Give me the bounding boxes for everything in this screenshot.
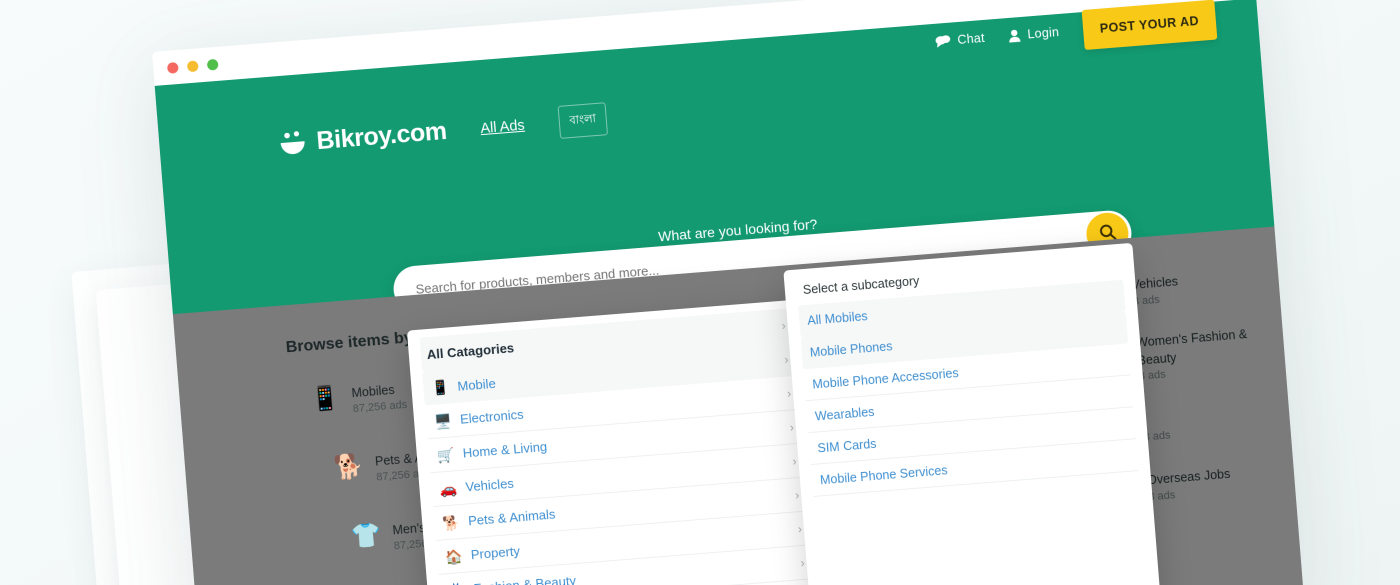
bikroy-logo[interactable]: Bikroy.com [277,117,448,159]
car-icon: 🚗 [439,479,458,498]
chevron-right-icon: › [786,385,792,401]
cart-icon: 🛒 [436,445,456,464]
house-icon: 🏠 [444,547,464,565]
chat-label: Chat [956,30,986,48]
category-tile-electronics[interactable]: Electronics 8 ads [1142,408,1206,446]
tile-name: Vehicles [1131,274,1179,293]
nav-all-ads[interactable]: All Ads [480,117,525,136]
chevron-right-icon: › [783,352,789,367]
pet-icon: 🐕 [332,452,365,482]
chat-link[interactable]: Chat [935,31,985,49]
bikroy-smile-icon [277,128,309,158]
chevron-right-icon: › [781,318,787,333]
category-tile-overseas-jobs[interactable]: Overseas Jobs 8 ads [1146,466,1232,505]
logo-text: Bikroy.com [315,116,448,156]
mobile-icon: 📱 [431,378,450,396]
category-tile-womens-fashion[interactable]: Women's Fashion & Beauty 8 ads [1136,324,1272,385]
category-dropdown-panel: All Catagories › 📱 Mobile › 🖥️ Electroni… [406,299,828,585]
chevron-right-icon: › [797,521,803,536]
language-toggle-button[interactable]: বাংলা [557,102,609,139]
chevron-right-icon: › [794,487,800,502]
subcategory-panel: Select a subcategory All Mobiles Mobile … [783,242,1161,585]
screenshot-stage: Chat Login POST YOUR AD Bikroy.com All A… [0,0,1400,585]
shirt-icon: 👕 [350,521,382,551]
chevron-right-icon: › [799,555,806,570]
user-icon [1008,29,1021,43]
minimize-dot[interactable] [186,59,199,72]
dog-icon: 🐕 [441,513,461,531]
maximize-dot[interactable] [206,58,219,71]
close-dot[interactable] [166,61,179,74]
mobile-icon: 📱 [309,384,341,414]
browser-window: Chat Login POST YOUR AD Bikroy.com All A… [152,0,1305,585]
login-label: Login [1026,25,1060,42]
chat-icon [935,34,951,48]
login-link[interactable]: Login [1008,25,1060,43]
chevron-right-icon: › [789,419,795,435]
primary-nav: Bikroy.com All Ads বাংলা [276,102,609,161]
category-tile-vehicles[interactable]: Vehicles 8 ads [1131,273,1180,309]
chevron-right-icon: › [791,453,798,468]
monitor-icon: 🖥️ [433,411,453,430]
post-your-ad-button[interactable]: POST YOUR AD [1081,0,1218,51]
